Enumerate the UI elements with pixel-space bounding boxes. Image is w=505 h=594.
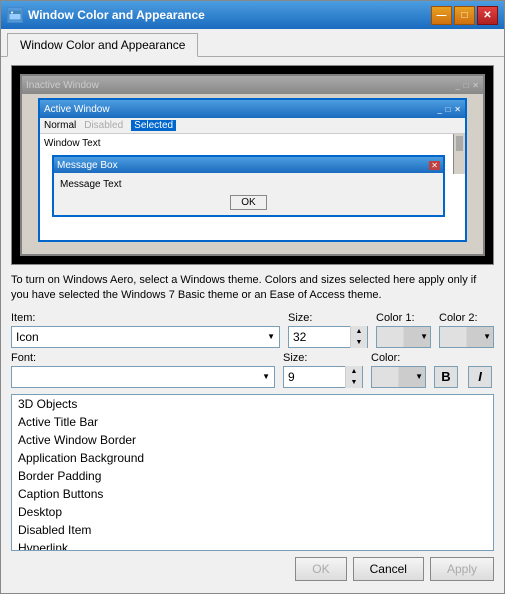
preview-messagebox-text: Message Text (58, 177, 439, 192)
font-size-spin: 9 ▲ ▼ (283, 366, 363, 388)
item-select[interactable]: Icon ▼ (11, 326, 280, 348)
maximize-button[interactable]: □ (454, 6, 475, 25)
font-section: Font: ▼ (11, 352, 275, 388)
size-label: Size: (288, 312, 368, 324)
color1-section: Color 1: ▼ (376, 312, 431, 348)
font-color-arrow: ▼ (415, 372, 423, 381)
bold-button[interactable]: B (434, 366, 458, 388)
font-row: Font: ▼ Size: 9 ▲ ▼ Color: (11, 352, 494, 388)
font-select[interactable]: ▼ (11, 366, 275, 388)
size-spin-buttons: ▲ ▼ (350, 326, 367, 348)
preview-messagebox-titlebar: Message Box ✕ (54, 157, 443, 173)
dropdown-item[interactable]: Disabled Item (12, 521, 493, 539)
ok-button[interactable]: OK (295, 557, 346, 581)
dropdown-item[interactable]: Application Background (12, 449, 493, 467)
font-label: Font: (11, 352, 275, 364)
preview-messagebox-close: ✕ (429, 161, 440, 170)
font-select-arrow: ▼ (262, 372, 270, 381)
preview-menu-disabled: Disabled (84, 120, 123, 131)
font-size-label: Size: (283, 352, 363, 364)
dropdown-item[interactable]: Active Title Bar (12, 413, 493, 431)
preview-active-titlebar: Active Window _ □ ✕ (40, 100, 465, 118)
font-italic-section: I (468, 352, 494, 388)
preview-scrollbar (453, 134, 465, 174)
dropdown-item[interactable]: Hyperlink (12, 539, 493, 551)
preview-area: Inactive Window _ □ ✕ Active Window _ □ (11, 65, 494, 265)
preview-window-text: Window Text (44, 138, 101, 149)
font-bold-section: B (434, 352, 460, 388)
title-bar-left: Window Color and Appearance (7, 7, 205, 23)
item-row: Item: Icon ▼ Size: 32 ▲ ▼ Color 1: (11, 312, 494, 348)
font-size-section: Size: 9 ▲ ▼ (283, 352, 363, 388)
size-spin: 32 ▲ ▼ (288, 326, 368, 348)
item-section: Item: Icon ▼ (11, 312, 280, 348)
color2-swatch[interactable]: ▼ (439, 326, 494, 348)
color2-section: Color 2: ▼ (439, 312, 494, 348)
size-spin-down[interactable]: ▼ (351, 337, 367, 348)
dropdown-item[interactable]: Desktop (12, 503, 493, 521)
window-icon (7, 7, 23, 23)
preview-messagebox-title: Message Box (57, 160, 118, 171)
dropdown-list: 3D ObjectsActive Title BarActive Window … (11, 394, 494, 551)
preview-active-window: Active Window _ □ ✕ Normal Disabled Sele… (38, 98, 467, 242)
dropdown-item[interactable]: 3D Objects (12, 395, 493, 413)
tab-bar: Window Color and Appearance (1, 29, 504, 57)
main-window: Window Color and Appearance — □ ✕ Window… (0, 0, 505, 594)
color1-arrow: ▼ (420, 332, 428, 341)
preview-inactive-title: Inactive Window (26, 80, 99, 91)
preview-active-title: Active Window (44, 104, 110, 115)
preview-inactive-window: Inactive Window _ □ ✕ Active Window _ □ (20, 74, 485, 256)
bottom-buttons: OK Cancel Apply (11, 551, 494, 585)
apply-button[interactable]: Apply (430, 557, 494, 581)
font-size-spin-buttons: ▲ ▼ (345, 366, 362, 388)
main-content: Inactive Window _ □ ✕ Active Window _ □ (1, 57, 504, 593)
preview-messagebox-ok[interactable]: OK (230, 195, 266, 210)
preview-messagebox: Message Box ✕ Message Text OK (52, 155, 445, 217)
font-color-swatch[interactable]: ▼ (371, 366, 426, 388)
italic-button[interactable]: I (468, 366, 492, 388)
item-select-arrow: ▼ (267, 332, 275, 341)
color1-swatch[interactable]: ▼ (376, 326, 431, 348)
size-spin-up[interactable]: ▲ (351, 326, 367, 337)
preview-inactive-titlebar: Inactive Window _ □ ✕ (22, 76, 483, 94)
preview-menu-selected: Selected (131, 120, 176, 131)
font-color-label: Color: (371, 352, 426, 364)
color2-label: Color 2: (439, 312, 494, 324)
title-bar-controls: — □ ✕ (431, 6, 498, 25)
preview-active-controls: _ □ ✕ (436, 104, 461, 115)
font-size-input[interactable]: 9 (284, 370, 345, 384)
cancel-button[interactable]: Cancel (353, 557, 424, 581)
close-button[interactable]: ✕ (477, 6, 498, 25)
description-text: To turn on Windows Aero, select a Window… (11, 273, 494, 304)
font-size-spin-down[interactable]: ▼ (346, 377, 362, 388)
preview-menu-bar: Normal Disabled Selected (40, 118, 465, 134)
size-section: Size: 32 ▲ ▼ (288, 312, 368, 348)
preview-scrollbar-thumb (456, 136, 463, 151)
color1-label: Color 1: (376, 312, 431, 324)
minimize-button[interactable]: — (431, 6, 452, 25)
dropdown-item[interactable]: Caption Buttons (12, 485, 493, 503)
window-title: Window Color and Appearance (28, 8, 205, 22)
font-color-section: Color: ▼ (371, 352, 426, 388)
dropdown-item[interactable]: Border Padding (12, 467, 493, 485)
dropdown-item[interactable]: Active Window Border (12, 431, 493, 449)
color2-arrow: ▼ (483, 332, 491, 341)
title-bar: Window Color and Appearance — □ ✕ (1, 1, 504, 29)
preview-menu-normal: Normal (44, 120, 76, 131)
tab-window-color[interactable]: Window Color and Appearance (7, 33, 198, 57)
preview-inactive-controls: _ □ ✕ (454, 80, 479, 91)
font-size-spin-up[interactable]: ▲ (346, 366, 362, 377)
item-label: Item: (11, 312, 280, 324)
item-select-value: Icon (16, 330, 39, 344)
size-input[interactable]: 32 (289, 330, 350, 344)
